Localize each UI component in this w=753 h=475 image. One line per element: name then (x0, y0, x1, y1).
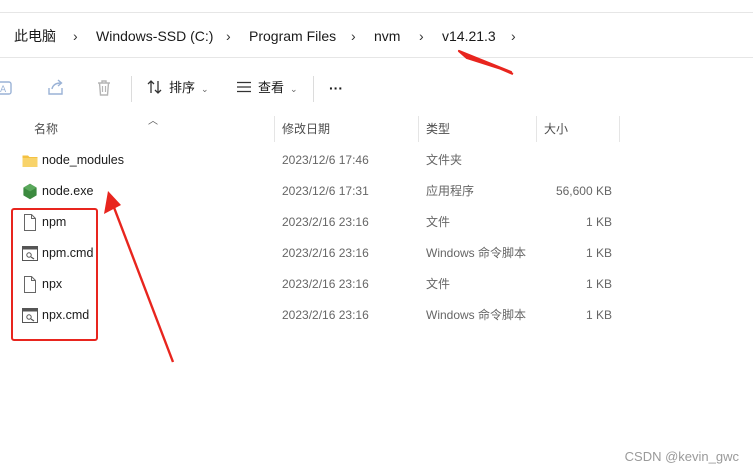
file-date: 2023/12/6 17:31 (282, 184, 369, 198)
file-name: node_modules (42, 153, 125, 167)
nodejs-app-icon (23, 183, 37, 200)
column-header-name[interactable]: 名称 (34, 116, 58, 142)
file-date: 2023/2/16 23:16 (282, 277, 369, 291)
share-icon[interactable] (46, 78, 66, 98)
file-row[interactable]: node.exe 2023/12/6 17:31 应用程序 56,600 KB (0, 176, 640, 207)
file-date: 2023/2/16 23:16 (282, 308, 369, 322)
sort-label: 排序 (169, 80, 196, 95)
file-size: 1 KB (585, 246, 612, 260)
column-header-type[interactable]: 类型 (426, 116, 450, 142)
annotation-highlight-box (11, 208, 98, 341)
watermark: CSDN @kevin_gwc (624, 449, 739, 464)
breadcrumb-separator[interactable]: › (511, 13, 516, 59)
file-row[interactable]: node_modules 2023/12/6 17:46 文件夹 (0, 145, 640, 176)
file-name: node.exe (42, 184, 94, 198)
file-type: 应用程序 (426, 184, 475, 198)
sort-button[interactable]: 排序 ⌄ (147, 66, 209, 110)
column-header-size[interactable]: 大小 (544, 116, 568, 142)
view-label: 查看 (258, 80, 285, 95)
view-list-icon (237, 81, 251, 93)
toolbar-divider (313, 76, 314, 102)
file-size (540, 145, 612, 176)
column-header-date[interactable]: 修改日期 (282, 116, 330, 142)
file-size: 56,600 KB (555, 184, 612, 198)
column-divider[interactable] (619, 116, 620, 142)
column-headers: 名称 修改日期 类型 大小 (0, 116, 753, 142)
breadcrumb-item-drive[interactable]: Windows-SSD (C:) (96, 13, 213, 59)
file-size: 1 KB (585, 215, 612, 229)
chevron-down-icon: ⌄ (290, 84, 298, 94)
breadcrumb-separator[interactable]: › (419, 13, 424, 59)
breadcrumb-item-nvm[interactable]: nvm (374, 13, 400, 59)
toolbar-divider (131, 76, 132, 102)
rename-icon[interactable]: A (0, 78, 16, 98)
address-breadcrumb: 此电脑 › Windows-SSD (C:) › Program Files ›… (0, 12, 753, 58)
column-divider[interactable] (536, 116, 537, 142)
breadcrumb-item-program-files[interactable]: Program Files (249, 13, 336, 59)
file-date: 2023/12/6 17:46 (282, 153, 369, 167)
folder-icon (22, 155, 38, 167)
svg-text:A: A (0, 85, 7, 95)
file-type: 文件夹 (426, 153, 463, 167)
column-divider[interactable] (418, 116, 419, 142)
more-options-button[interactable]: ··· (329, 66, 343, 110)
view-button[interactable]: 查看 ⌄ (236, 66, 298, 110)
breadcrumb-separator[interactable]: › (351, 13, 356, 59)
command-bar: A 排序 ⌄ 查看 ⌄ ··· (0, 66, 753, 110)
file-type: 文件 (426, 215, 451, 229)
file-type: Windows 命令脚本 (426, 308, 527, 322)
breadcrumb-separator[interactable]: › (73, 13, 78, 59)
file-size: 1 KB (585, 277, 612, 291)
file-date: 2023/2/16 23:16 (282, 246, 369, 260)
sort-arrows-icon (147, 80, 162, 94)
breadcrumb-separator[interactable]: › (226, 13, 231, 59)
breadcrumb-item-version[interactable]: v14.21.3 (442, 13, 496, 59)
column-divider[interactable] (274, 116, 275, 142)
file-size: 1 KB (585, 308, 612, 322)
chevron-down-icon: ⌄ (201, 84, 209, 94)
delete-icon[interactable] (94, 78, 114, 98)
file-type: 文件 (426, 277, 451, 291)
file-date: 2023/2/16 23:16 (282, 215, 369, 229)
breadcrumb-item-this-pc[interactable]: 此电脑 (14, 13, 56, 59)
file-type: Windows 命令脚本 (426, 246, 527, 260)
